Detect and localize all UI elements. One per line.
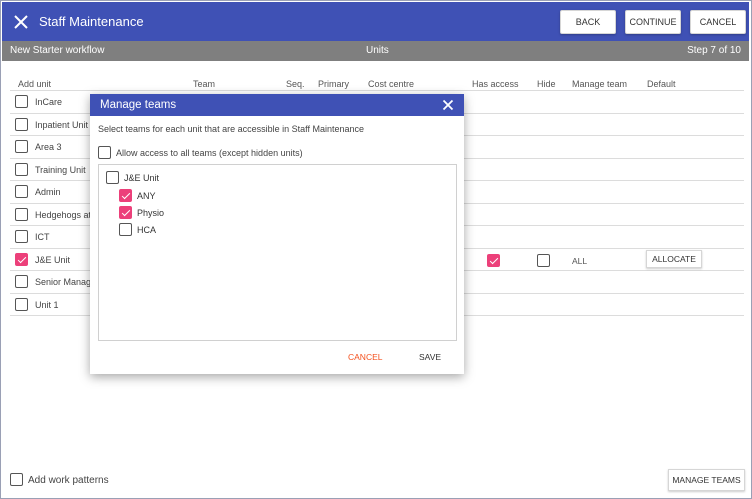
col-primary: Primary xyxy=(318,79,349,89)
add-unit-checkbox[interactable] xyxy=(15,252,28,266)
tree-label: Physio xyxy=(137,208,165,218)
col-team: Team xyxy=(193,79,216,89)
tree-label: ANY xyxy=(137,191,156,201)
dialog-save-button[interactable]: SAVE xyxy=(419,352,441,362)
team-tree: J&E Unit ANY Physio HCA xyxy=(98,164,457,341)
close-icon[interactable] xyxy=(12,13,30,31)
unit-name: Hedgehogs at xyxy=(35,209,92,220)
dialog-header: Manage teams xyxy=(90,94,464,116)
add-unit-checkbox[interactable] xyxy=(15,185,28,198)
unit-name: Unit 1 xyxy=(35,299,59,310)
hide-checkbox[interactable] xyxy=(537,254,550,267)
cancel-button[interactable]: CANCEL xyxy=(690,10,746,34)
close-icon[interactable] xyxy=(442,99,454,111)
workflow-name: New Starter workflow xyxy=(10,45,105,56)
col-default: Default xyxy=(647,79,676,89)
add-work-patterns-label: Add work patterns xyxy=(28,475,109,486)
unit-name: Inpatient Unit xyxy=(35,119,89,130)
workflow-bar: New Starter workflow Units Step 7 of 10 xyxy=(2,41,749,61)
page-title: Staff Maintenance xyxy=(39,14,144,29)
dialog-title: Manage teams xyxy=(100,99,177,111)
add-unit-checkbox[interactable] xyxy=(15,297,28,311)
add-unit-checkbox[interactable] xyxy=(15,117,28,131)
add-unit-checkbox[interactable] xyxy=(15,95,28,108)
continue-button[interactable]: CONTINUE xyxy=(625,10,681,34)
tree-label: HCA xyxy=(137,225,157,235)
allocate-button[interactable]: ALLOCATE xyxy=(646,250,702,268)
unit-name: J&E Unit xyxy=(35,254,71,265)
col-cost-centre: Cost centre xyxy=(368,79,415,89)
unit-name: ICT xyxy=(35,232,50,242)
unit-name: Senior Manag xyxy=(35,277,92,287)
col-hide: Hide xyxy=(537,79,556,89)
add-unit-checkbox[interactable] xyxy=(15,140,28,153)
manage-teams-dialog: Manage teams Select teams for each unit … xyxy=(90,94,464,374)
unit-name: InCare xyxy=(35,97,63,107)
has-access-checkbox[interactable] xyxy=(487,254,500,267)
section-name: Units xyxy=(366,45,389,56)
tree-checkbox[interactable] xyxy=(119,189,132,202)
tree-label: J&E Unit xyxy=(124,173,160,183)
add-unit-checkbox[interactable] xyxy=(15,162,28,176)
allow-all-checkbox[interactable] xyxy=(98,146,111,159)
back-button[interactable]: BACK xyxy=(560,10,616,34)
add-unit-checkbox[interactable] xyxy=(15,230,28,243)
dialog-cancel-button[interactable]: CANCEL xyxy=(348,352,382,362)
col-seq: Seq. xyxy=(286,79,305,89)
tree-checkbox[interactable] xyxy=(119,206,132,219)
manage-team-value: ALL xyxy=(572,256,588,266)
add-work-patterns-checkbox[interactable] xyxy=(10,473,23,486)
tree-checkbox[interactable] xyxy=(106,171,119,184)
add-unit-checkbox[interactable] xyxy=(15,275,28,288)
app-header: Staff Maintenance BACK CONTINUE CANCEL xyxy=(2,2,749,41)
add-unit-checkbox[interactable] xyxy=(15,207,28,221)
unit-name: Area 3 xyxy=(35,142,62,152)
col-has-access: Has access xyxy=(472,79,519,89)
unit-name: Training Unit xyxy=(35,164,86,175)
dialog-description: Select teams for each unit that are acce… xyxy=(98,124,364,134)
tree-checkbox[interactable] xyxy=(119,223,132,236)
unit-name: Admin xyxy=(35,187,61,197)
col-add-unit: Add unit xyxy=(18,79,52,89)
allow-all-label: Allow access to all teams (except hidden… xyxy=(116,148,303,158)
col-manage-team: Manage team xyxy=(572,79,628,89)
manage-teams-button[interactable]: MANAGE TEAMS xyxy=(668,469,745,491)
step-indicator: Step 7 of 10 xyxy=(687,45,741,56)
